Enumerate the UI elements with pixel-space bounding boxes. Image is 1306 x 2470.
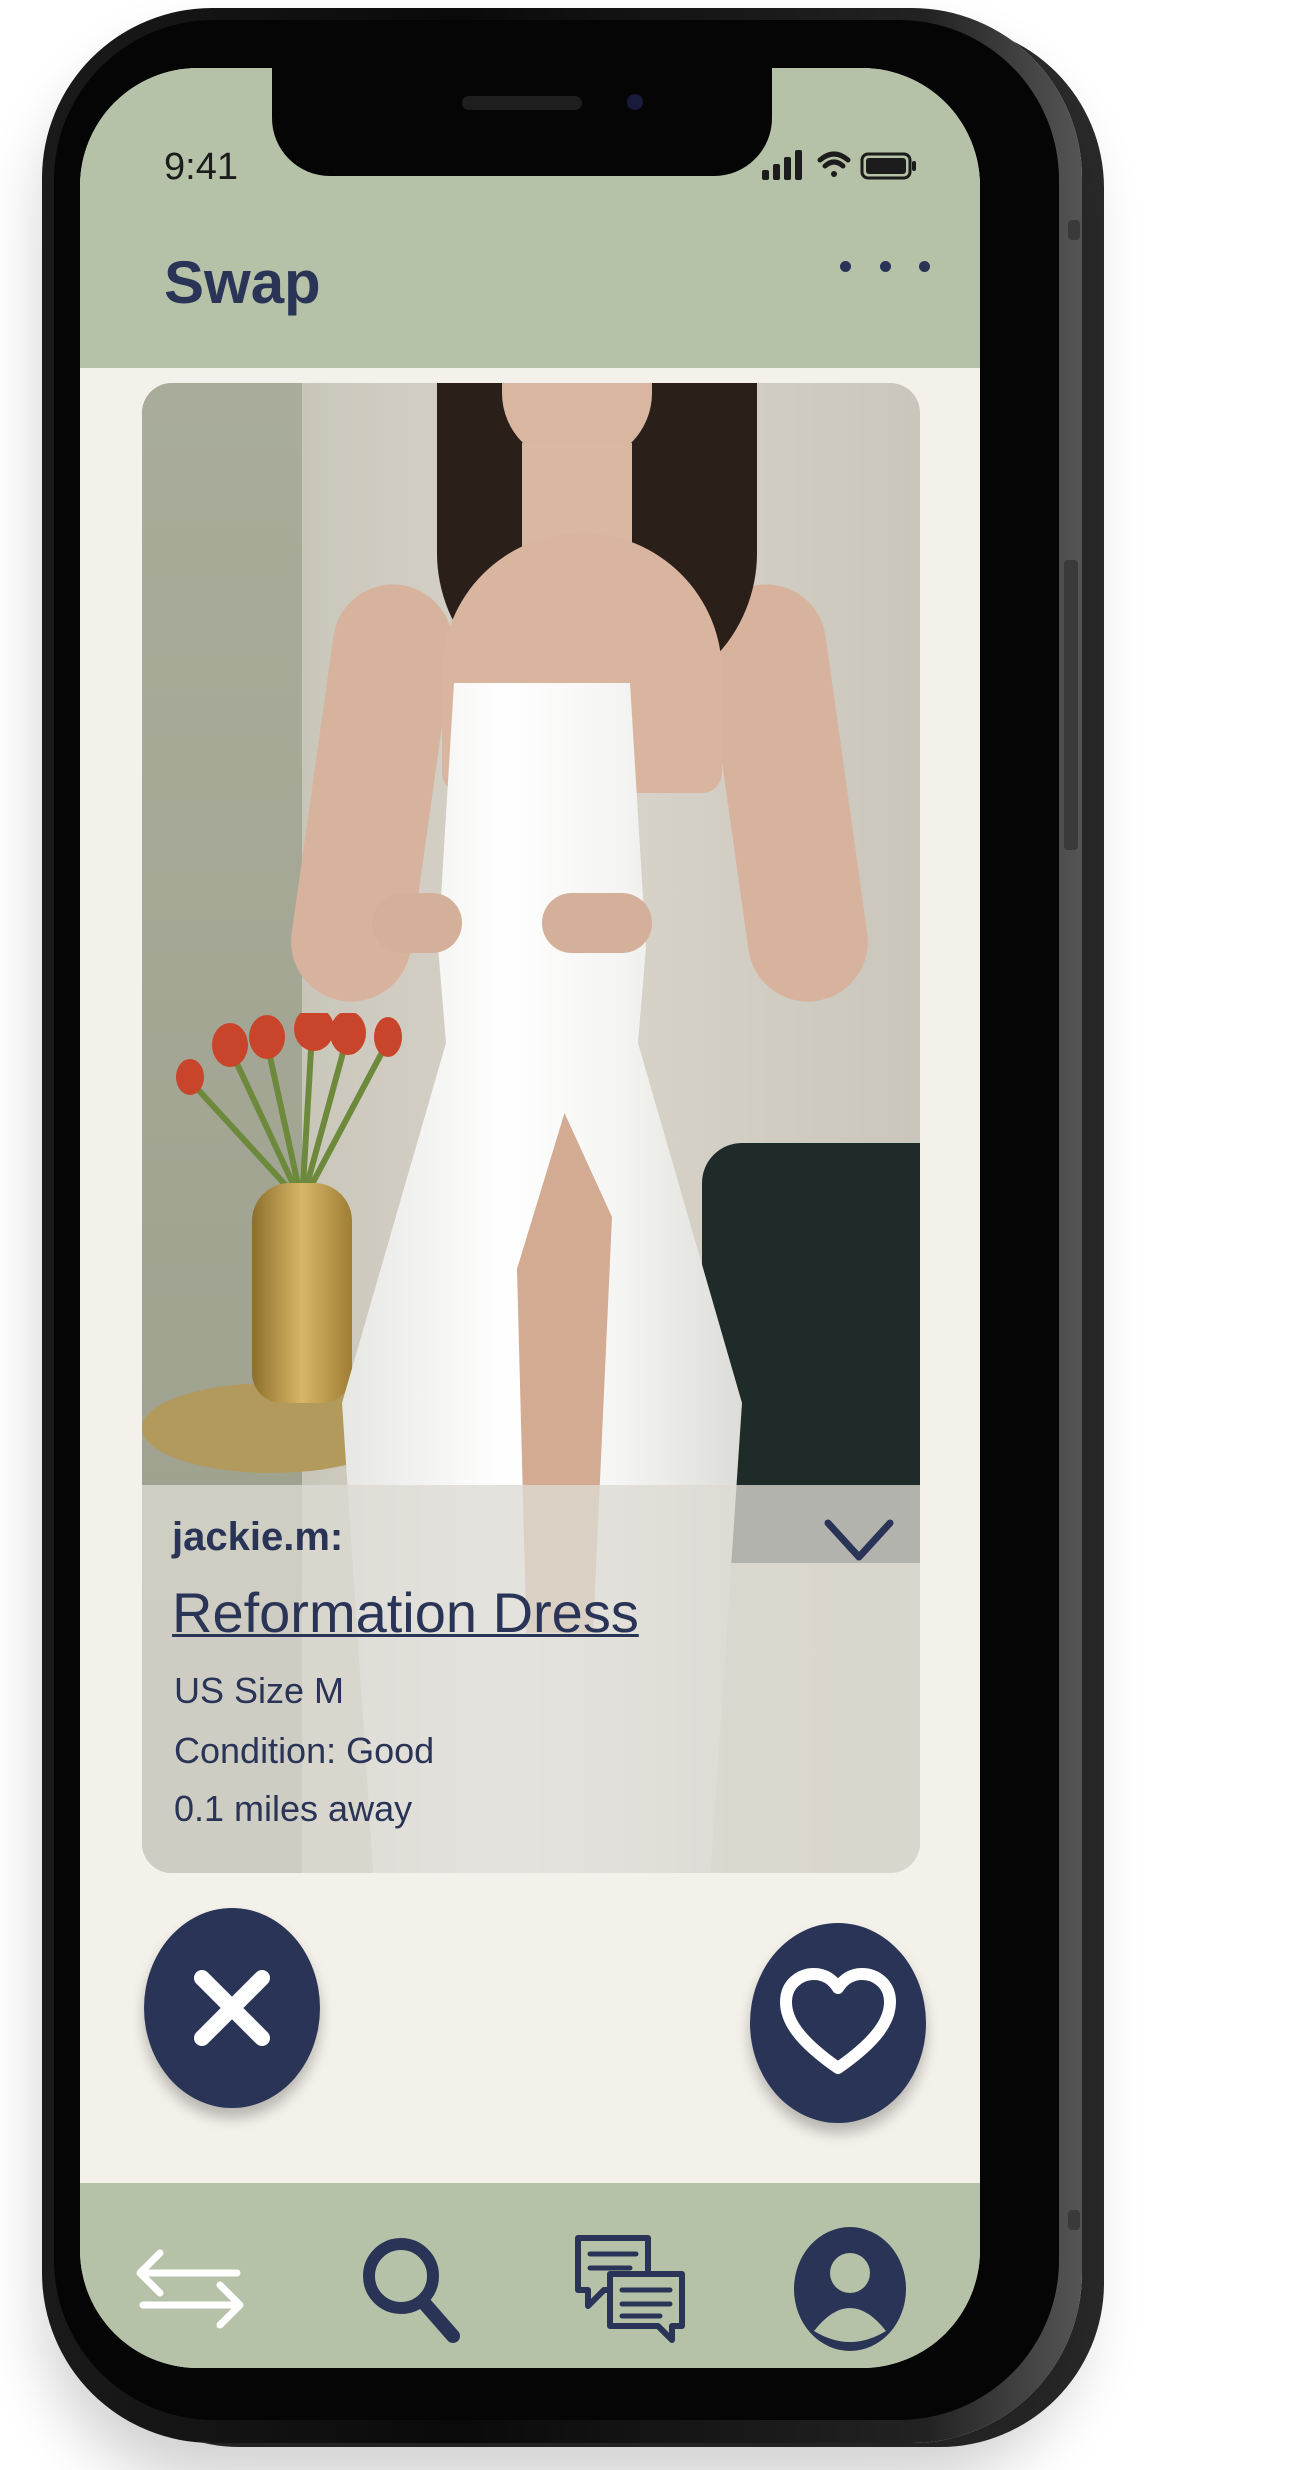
listing-card[interactable]: jackie.m: Reformation Dress US Size M Co…	[142, 383, 920, 1873]
listing-info-panel: jackie.m: Reformation Dress US Size M Co…	[142, 1485, 920, 1873]
swap-arrows-icon	[136, 2249, 244, 2329]
nav-profile[interactable]	[780, 2223, 920, 2353]
side-button-mark	[1068, 220, 1080, 240]
more-dot-icon	[879, 260, 891, 272]
chevron-down-icon[interactable]	[822, 1515, 896, 1565]
nav-messages[interactable]	[560, 2223, 700, 2353]
like-button[interactable]	[750, 1923, 926, 2123]
chat-icon	[575, 2235, 685, 2343]
profile-icon	[794, 2227, 906, 2351]
phone-notch	[272, 68, 772, 176]
power-button	[1064, 560, 1078, 850]
nav-swap[interactable]	[120, 2223, 260, 2353]
status-time: 9:41	[164, 146, 238, 188]
front-camera	[627, 94, 643, 110]
status-icons	[762, 150, 916, 180]
bottom-nav	[80, 2183, 980, 2368]
wifi-icon	[817, 151, 851, 177]
more-options-button[interactable]	[840, 246, 930, 286]
listing-title[interactable]: Reformation Dress	[172, 1580, 639, 1645]
listing-distance: 0.1 miles away	[174, 1788, 413, 1829]
reject-button[interactable]	[144, 1908, 320, 2108]
speaker-grille	[462, 96, 582, 110]
listing-username[interactable]: jackie.m:	[172, 1515, 343, 1560]
photo-hand	[542, 893, 652, 953]
page-title: Swap	[164, 249, 321, 316]
more-dot-icon	[840, 260, 851, 272]
battery-icon	[860, 152, 916, 180]
nav-search[interactable]	[340, 2223, 480, 2353]
photo-hand	[372, 893, 462, 953]
heart-icon	[780, 1968, 896, 2074]
more-dot-icon	[919, 260, 930, 272]
close-icon	[194, 1970, 270, 2046]
photo-vase	[252, 1183, 352, 1403]
side-button-mark-lower	[1068, 2210, 1080, 2230]
search-icon	[363, 2238, 460, 2343]
app-screen: 9:41 Swap jackie.m: Reformation Dress US…	[80, 68, 980, 2368]
listing-condition: Condition: Good	[174, 1730, 435, 1771]
listing-size: US Size M	[174, 1670, 345, 1711]
signal-icon	[762, 150, 802, 180]
